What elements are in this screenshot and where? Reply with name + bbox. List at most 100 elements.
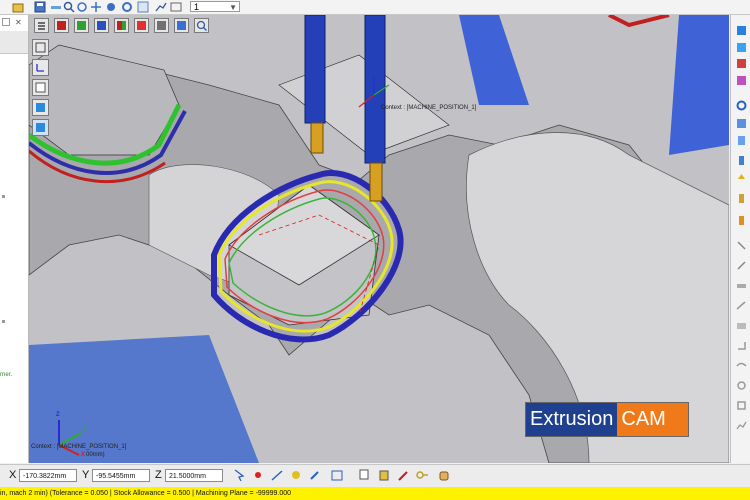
right-toolbar: [730, 15, 750, 463]
snap-icon[interactable]: [289, 468, 303, 483]
pen-icon[interactable]: [396, 468, 410, 483]
cube-gray-icon: [157, 21, 166, 30]
cube-plus-icon[interactable]: [736, 42, 747, 53]
tool-bit-2: [369, 162, 383, 202]
3d-viewport[interactable]: Context : [MACHINE_POSITION_1] Context :…: [29, 15, 729, 463]
y-coordinate-field[interactable]: -95.5455mm: [92, 469, 150, 482]
zoom-fit-button[interactable]: [194, 18, 209, 33]
panel-close-icon[interactable]: ✕: [15, 18, 22, 27]
view-cube-red-button[interactable]: [54, 18, 69, 33]
select-icon[interactable]: [232, 468, 246, 483]
paste-icon[interactable]: [377, 468, 391, 483]
triad-z-label: Z: [56, 412, 60, 418]
left-panel: ✕ rner.: [0, 15, 29, 463]
cube-color-icon[interactable]: [736, 75, 747, 86]
outline-view-button[interactable]: [32, 79, 49, 96]
panel-marker: [2, 195, 5, 198]
solid-view-button[interactable]: [32, 99, 49, 116]
x-coordinate-field[interactable]: -170.3822mm: [19, 469, 77, 482]
left-panel-header: [0, 31, 28, 54]
panel-checkbox[interactable]: [2, 18, 10, 26]
copy-icon[interactable]: [358, 468, 372, 483]
z-coordinate-field[interactable]: 21.5000mm: [165, 469, 223, 482]
cube-green-icon: [77, 21, 86, 30]
settings-icon[interactable]: [121, 1, 133, 13]
wireframe-cube-icon: [35, 42, 46, 53]
view-cube-blue-button[interactable]: [94, 18, 109, 33]
angle-icon[interactable]: [736, 340, 747, 351]
x-label: X: [9, 469, 17, 481]
panel-marker: [2, 320, 5, 323]
measure-icon[interactable]: [50, 1, 62, 13]
z-label: Z: [155, 469, 162, 481]
view-cube-red2-button[interactable]: [134, 18, 149, 33]
chart-icon[interactable]: [137, 1, 149, 13]
zoom-icon[interactable]: [63, 1, 75, 13]
cube-red-icon[interactable]: [736, 58, 747, 69]
cube-red-icon: [57, 21, 66, 30]
panel-note: rner.: [0, 372, 13, 378]
toolpath-icon[interactable]: [736, 193, 747, 204]
save-icon[interactable]: [34, 1, 46, 13]
graph-icon[interactable]: [155, 1, 167, 13]
layer-select[interactable]: 1 ▼: [190, 1, 240, 12]
drill-icon[interactable]: [736, 215, 747, 226]
key-icon[interactable]: [415, 468, 429, 483]
triad-x-label: X: [81, 452, 86, 458]
tool-holder-1: [304, 15, 326, 124]
view-cube-blue2-button[interactable]: [174, 18, 189, 33]
logo-part1: Extrusion: [526, 403, 618, 436]
layer-icon[interactable]: [736, 280, 747, 291]
edit-icon[interactable]: [308, 468, 322, 483]
gear-small-icon[interactable]: [736, 380, 747, 391]
cube-view-icon[interactable]: [736, 25, 747, 36]
cut-icon[interactable]: [736, 260, 747, 271]
cube-blue2-icon: [177, 21, 186, 30]
cube-blue-icon: [97, 21, 106, 30]
menu-button[interactable]: [34, 18, 49, 33]
file-open-icon[interactable]: [12, 1, 24, 13]
extrusioncam-logo: Extrusion CAM: [525, 402, 689, 437]
context-label: Context : [MACHINE_POSITION_1]: [31, 444, 127, 450]
background-opening: [669, 15, 729, 155]
selected-view-button[interactable]: [32, 119, 49, 136]
status-bar: in, mach 2 min) (Tolerance = 0.050 | Sto…: [0, 487, 750, 500]
main-toolbar: 1 ▼: [0, 0, 750, 15]
point-icon[interactable]: [251, 468, 265, 483]
view-cube-multi-button[interactable]: [114, 18, 129, 33]
view-cube-green-button[interactable]: [74, 18, 89, 33]
cube-small-icon[interactable]: [736, 118, 747, 129]
scene-svg: [29, 15, 729, 463]
pick-icon[interactable]: [270, 468, 284, 483]
view-icon[interactable]: [105, 1, 117, 13]
wireframe-view-button[interactable]: [32, 39, 49, 56]
cube-multi-icon: [117, 21, 126, 30]
table-icon[interactable]: [330, 468, 344, 483]
tool-bit-1: [310, 122, 324, 154]
axis-icon: [36, 64, 44, 72]
y-label: Y: [82, 469, 90, 481]
arrow-up-icon[interactable]: [736, 173, 747, 184]
triad-y-label: Y: [83, 427, 88, 433]
zoom-fit-icon: [196, 20, 207, 31]
hand-icon[interactable]: [437, 468, 451, 483]
logo-part2: CAM: [617, 403, 688, 436]
gear-icon[interactable]: [736, 100, 747, 111]
chart-icon[interactable]: [736, 420, 747, 431]
settings-icon[interactable]: [736, 400, 747, 411]
cylinder-icon[interactable]: [736, 155, 747, 166]
axis-view-button[interactable]: [32, 59, 49, 76]
cube-red2-icon: [137, 21, 146, 30]
pan-icon[interactable]: [90, 1, 102, 13]
edge-icon[interactable]: [736, 300, 747, 311]
tool-context-label: Context : [MACHINE_POSITION_1]: [381, 105, 477, 111]
mill-icon[interactable]: [736, 240, 747, 251]
sweep-icon[interactable]: [736, 360, 747, 371]
outline-cube-icon: [35, 82, 46, 93]
layer-icon[interactable]: [170, 1, 182, 13]
surface-icon[interactable]: [736, 320, 747, 331]
view-cube-gray-button[interactable]: [154, 18, 169, 33]
rotate-icon[interactable]: [76, 1, 88, 13]
coordinate-bar: X -170.3822mm Y -95.5455mm Z 21.5000mm: [0, 464, 750, 487]
tool-icon[interactable]: [736, 135, 747, 146]
